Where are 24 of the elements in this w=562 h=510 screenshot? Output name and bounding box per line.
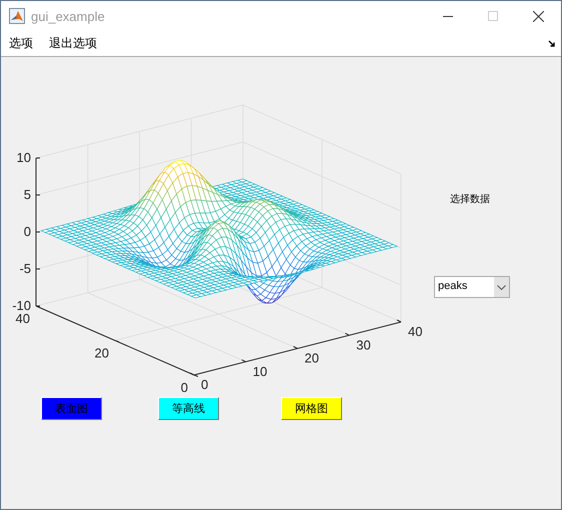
menu-item[interactable]: 选项 xyxy=(9,35,33,52)
tick-label: 0 xyxy=(201,377,208,392)
data-label: 选择数据 xyxy=(450,192,490,206)
tick-label: 10 xyxy=(16,150,31,165)
menu-item[interactable]: 退出选项 xyxy=(49,35,97,52)
tick-label: 10 xyxy=(252,364,268,379)
close-icon[interactable] xyxy=(533,10,544,22)
tick-label: 0 xyxy=(24,224,31,239)
tick-label: 0 xyxy=(180,380,188,392)
tick-label: 40 xyxy=(16,311,30,326)
tick-label: 5 xyxy=(24,187,31,202)
tick-label: -5 xyxy=(19,261,31,276)
data-dropdown[interactable]: peaks xyxy=(434,276,510,298)
tick-label: -10 xyxy=(12,298,31,313)
tick-label: 20 xyxy=(94,346,109,360)
plot-type-button[interactable]: 网格图 xyxy=(281,397,342,420)
plot-type-button[interactable]: 等高线 xyxy=(158,397,219,420)
chevron-down-icon xyxy=(497,284,506,290)
tick-label: 40 xyxy=(408,324,422,339)
tick-label: 20 xyxy=(304,350,319,366)
app-logo-icon xyxy=(9,8,25,24)
tick-label: 30 xyxy=(356,337,371,352)
window-title: gui_example xyxy=(31,8,105,24)
dock-arrow-icon[interactable] xyxy=(548,40,556,48)
